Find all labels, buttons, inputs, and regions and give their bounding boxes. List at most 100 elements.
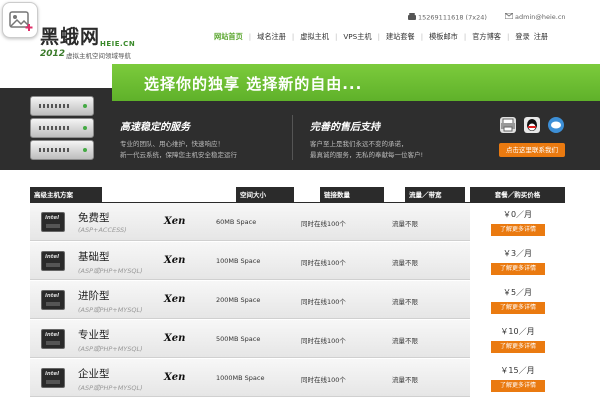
nav-divider: | (248, 33, 252, 41)
header-price: 套餐／购买价格 (470, 187, 565, 203)
nav-divider: | (463, 33, 467, 41)
logo-tagline: 虚拟主机空间领域导航 (66, 52, 131, 60)
qq-icon[interactable] (524, 117, 540, 133)
plan-bandwidth: 流量不限 (392, 337, 418, 345)
gallery-icon[interactable] (2, 2, 38, 38)
logo-year: 2012 (40, 49, 66, 59)
intel-chip-icon (41, 329, 65, 349)
plan-price: ￥3／月 (502, 249, 533, 258)
plan-name: 专业型 (78, 329, 110, 341)
server-graphic (30, 118, 94, 138)
server-graphic (30, 96, 94, 116)
details-button[interactable]: 了解更多详情 (491, 302, 545, 314)
header-bandwidth: 流量／带宽 (405, 187, 465, 203)
plan-space: 200MB Space (216, 296, 261, 304)
header-space: 空间大小 (236, 187, 294, 203)
site-header: 黑蛾网 HEIE.CN 2012 虚拟主机空间领域导航 15269111618 … (0, 0, 600, 62)
details-button[interactable]: 了解更多详情 (491, 224, 545, 236)
xen-logo: Xen (164, 255, 186, 266)
nav-divider: | (291, 33, 295, 41)
main-nav: 网站首页 | 域名注册 | 虚拟主机 | VPS主机 | 建站套餐 | 模板邮市 | 官方博… (214, 30, 548, 44)
table-row: 进阶型 (ASP或PHP+MYSQL) Xen 200MB Space 同时在线… (30, 281, 565, 319)
nav-hosting[interactable]: 虚拟主机 (300, 32, 329, 42)
plan-name: 基础型 (78, 251, 110, 263)
server-graphic (30, 140, 94, 160)
feature-title: 高速稳定的服务 (120, 122, 190, 133)
table-header: 高级主机方案 空间大小 链接数量 流量／带宽 套餐／购买价格 (30, 187, 565, 203)
plan-space: 60MB Space (216, 218, 257, 226)
plan-price: ￥15／月 (500, 366, 535, 375)
nav-templates[interactable]: 模板邮市 (429, 32, 458, 42)
printer-icon[interactable] (500, 117, 516, 133)
xen-logo: Xen (164, 372, 186, 383)
plan-name: 进阶型 (78, 290, 110, 302)
nav-divider: | (335, 33, 338, 41)
price-cell: ￥15／月 了解更多详情 (470, 359, 565, 397)
plan-stack: (ASP或PHP+MYSQL) (78, 384, 143, 392)
plan-bandwidth: 流量不限 (392, 259, 418, 267)
table-row: 专业型 (ASP或PHP+MYSQL) Xen 500MB Space 同时在线… (30, 320, 565, 358)
header-connections: 链接数量 (320, 187, 384, 203)
feature-text: 专业的团队、用心维护，快速响应！ (120, 140, 224, 148)
details-button[interactable]: 了解更多详情 (491, 341, 545, 353)
nav-packages[interactable]: 建站套餐 (386, 32, 415, 42)
logo-name: 黑蛾网 (40, 26, 101, 48)
intel-chip-icon (41, 251, 65, 271)
plan-connections: 同时在线100个 (301, 337, 346, 345)
feature-support: 完善的售后支持 客户至上是我们永远不变的承诺， 最真诚的服务，无私的奉献每一位客… (310, 118, 423, 161)
nav-divider: | (506, 33, 510, 41)
contact-phone: 15269111618 (7x24) (408, 13, 487, 22)
nav-blog[interactable]: 官方博客 (472, 32, 501, 42)
intel-chip-icon (41, 212, 65, 232)
plan-stack: (ASP或PHP+MYSQL) (78, 345, 143, 353)
intel-chip-icon (41, 290, 65, 310)
plan-bandwidth: 流量不限 (392, 220, 418, 228)
plan-stack: (ASP或PHP+MYSQL) (78, 267, 143, 275)
xen-logo: Xen (164, 216, 186, 227)
plan-price: ￥5／月 (502, 288, 533, 297)
feature-stable-service: 高速稳定的服务 专业的团队、用心维护，快速响应！ 新一代云系统，保障您主机安全稳… (120, 118, 237, 161)
logo-domain: HEIE.CN (100, 40, 136, 48)
details-button[interactable]: 了解更多详情 (491, 263, 545, 275)
plan-connections: 同时在线100个 (301, 376, 346, 384)
feature-text: 新一代云系统，保障您主机安全稳定运行 (120, 151, 237, 159)
price-cell: ￥3／月 了解更多详情 (470, 242, 565, 280)
nav-register[interactable]: 注册 (534, 32, 548, 42)
nav-domain[interactable]: 域名注册 (257, 32, 286, 42)
plan-bandwidth: 流量不限 (392, 376, 418, 384)
plan-stack: (ASP或PHP+MYSQL) (78, 306, 143, 314)
feature-text: 最真诚的服务，无私的奉献每一位客户! (310, 151, 424, 159)
table-row: 免费型 (ASP+ACCESS) Xen 60MB Space 同时在线100个… (30, 203, 565, 241)
hero-slogan: 选择你的独享 选择新的自由... (144, 75, 363, 93)
email-address: admin@heie.cn (515, 13, 566, 21)
nav-home[interactable]: 网站首页 (214, 32, 243, 42)
intel-chip-icon (41, 368, 65, 388)
nav-divider: | (377, 33, 380, 41)
price-cell: ￥5／月 了解更多详情 (470, 281, 565, 319)
details-button[interactable]: 了解更多详情 (491, 380, 545, 392)
price-cell: ￥10／月 了解更多详情 (470, 320, 565, 358)
plan-space: 500MB Space (216, 335, 261, 343)
price-cell: ￥0／月 了解更多详情 (470, 203, 565, 241)
plan-price: ￥10／月 (500, 327, 535, 336)
contact-us-button[interactable]: 点击这里联系我们 (499, 143, 565, 157)
site-logo[interactable]: 黑蛾网 HEIE.CN 2012 虚拟主机空间领域导航 (40, 22, 150, 60)
plan-connections: 同时在线100个 (301, 298, 346, 306)
table-row: 企业型 (ASP或PHP+MYSQL) Xen 1000MB Space 同时在… (30, 359, 565, 397)
nav-divider: | (420, 33, 424, 41)
phone-icon (408, 13, 416, 22)
nav-vps[interactable]: VPS主机 (343, 32, 371, 42)
mail-icon (504, 12, 514, 21)
plan-name: 企业型 (78, 368, 110, 380)
plan-connections: 同时在线100个 (301, 220, 346, 228)
nav-login[interactable]: 登录 (515, 32, 529, 42)
chat-icon[interactable] (548, 117, 564, 133)
plan-space: 1000MB Space (216, 374, 265, 382)
plan-space: 100MB Space (216, 257, 261, 265)
contact-email[interactable]: admin@heie.cn (504, 12, 566, 21)
xen-logo: Xen (164, 333, 186, 344)
phone-number: 15269111618 (7x24) (418, 13, 487, 22)
plan-price: ￥0／月 (502, 210, 533, 219)
feature-text: 客户至上是我们永远不变的承诺， (310, 140, 408, 148)
plan-stack: (ASP+ACCESS) (78, 226, 127, 234)
